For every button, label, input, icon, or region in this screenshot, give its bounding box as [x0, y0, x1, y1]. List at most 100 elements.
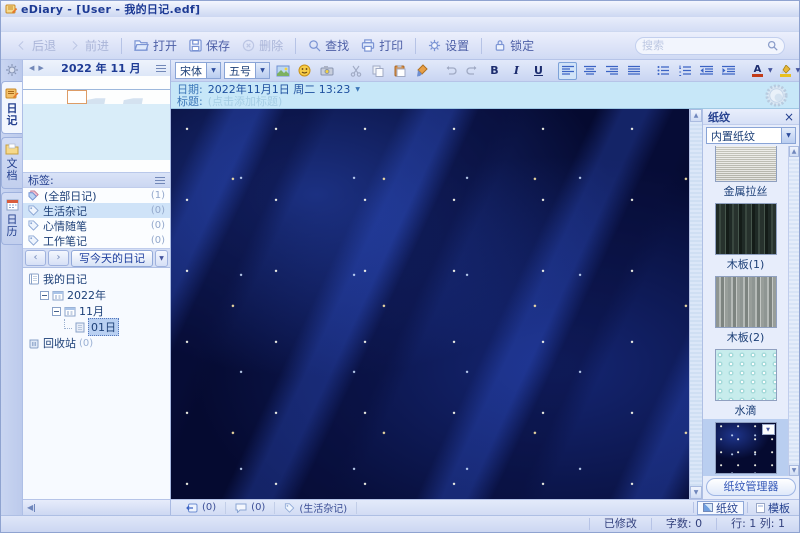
calendar-day[interactable] [147, 146, 167, 160]
calendar-day[interactable] [47, 104, 67, 118]
insert-image-button[interactable] [273, 62, 292, 80]
collapse-sidebar-icon[interactable]: ◀ [27, 504, 35, 512]
calendar-day[interactable] [87, 104, 107, 118]
calendar-day[interactable] [47, 90, 67, 104]
texture-scroll-down-icon[interactable]: ▼ [789, 465, 799, 476]
texture-item[interactable]: ▼ 水滴 [703, 346, 788, 419]
texture-thumbnail[interactable] [715, 203, 777, 255]
calendar-next-button[interactable]: ▶ [36, 64, 45, 72]
calendar-day[interactable] [107, 118, 127, 132]
font-color-button[interactable]: A [748, 62, 767, 80]
paste-button[interactable] [390, 62, 409, 80]
bold-button[interactable]: B [485, 62, 504, 80]
calendar-day[interactable] [127, 132, 147, 146]
calendar-day[interactable] [47, 146, 67, 160]
back-button[interactable]: 后退 [9, 35, 62, 56]
underline-button[interactable]: U [529, 62, 548, 80]
tag-item[interactable]: 心情随笔 (0) [23, 218, 170, 233]
texture-scrollbar-track[interactable] [789, 157, 799, 465]
editor-scrollbar-track[interactable] [690, 122, 702, 486]
calendar-day[interactable] [107, 132, 127, 146]
cut-button[interactable] [346, 62, 365, 80]
texture-category-dropdown-icon[interactable]: ▼ [781, 128, 795, 143]
calendar-day[interactable] [107, 90, 127, 104]
highlight-color-button[interactable] [776, 62, 795, 80]
tree-item[interactable]: 11月 [25, 303, 168, 319]
texture-item[interactable]: ▼ 木板(1) [703, 200, 788, 273]
open-button[interactable]: 打开 [128, 35, 183, 56]
texture-panel-close-icon[interactable]: × [784, 111, 794, 123]
tab-diary[interactable]: 日记 [1, 81, 22, 134]
undo-button[interactable] [441, 62, 460, 80]
search-input[interactable] [642, 39, 767, 52]
attachment-bar-item[interactable]: (0) [226, 502, 275, 514]
calendar-day[interactable] [147, 104, 167, 118]
tree-item[interactable]: 2022年 [25, 287, 168, 303]
copy-button[interactable] [368, 62, 387, 80]
calendar-day[interactable] [67, 132, 87, 146]
calendar-day[interactable] [87, 160, 107, 173]
scroll-up-icon[interactable]: ▲ [690, 109, 702, 122]
highlight-dropdown-icon[interactable]: ▼ [796, 67, 800, 74]
calendar-day[interactable] [127, 146, 147, 160]
texture-scroll-up-icon[interactable]: ▲ [789, 146, 799, 157]
tree-expander-icon[interactable] [52, 307, 61, 316]
calendar-day[interactable] [67, 160, 87, 173]
texture-manager-button[interactable]: 纸纹管理器 [706, 478, 796, 496]
texture-thumbnail[interactable] [715, 276, 777, 328]
search-box[interactable] [635, 37, 785, 55]
font-size-select[interactable]: 五号 ▼ [224, 62, 270, 79]
forward-button[interactable]: 前进 [62, 35, 115, 56]
diary-editor-canvas[interactable] [171, 109, 689, 499]
attachment-bar-item[interactable]: (0) [177, 502, 226, 514]
calendar-day[interactable] [47, 132, 67, 146]
calendar-day[interactable] [67, 146, 87, 160]
texture-thumbnail[interactable] [715, 146, 777, 182]
calendar-day[interactable] [147, 160, 167, 173]
calendar-day[interactable] [67, 90, 87, 104]
screen-capture-button[interactable] [317, 62, 336, 80]
calendar-day[interactable] [127, 90, 147, 104]
decrease-indent-button[interactable] [697, 62, 716, 80]
calendar-day[interactable] [87, 132, 107, 146]
font-family-dropdown-icon[interactable]: ▼ [206, 63, 220, 78]
italic-button[interactable]: I [507, 62, 526, 80]
calendar-day[interactable] [87, 146, 107, 160]
calendar-day[interactable] [67, 118, 87, 132]
date-dropdown-icon[interactable]: ▼ [355, 86, 360, 93]
tree-item[interactable]: 回收站 (0) [25, 335, 168, 351]
texture-item[interactable]: ▼ 金属拉丝 [703, 146, 788, 200]
write-today-button[interactable]: 写今天的日记 [71, 250, 153, 267]
sidebar-gear-icon[interactable] [5, 63, 19, 77]
calendar-day[interactable] [27, 118, 47, 132]
calendar-day[interactable] [47, 160, 67, 173]
texture-item[interactable]: ▼ 星空 [703, 419, 788, 476]
editor-scrollbar[interactable]: ▲ ▼ [689, 109, 702, 499]
calendar-prev-button[interactable]: ◀ [27, 64, 36, 72]
delete-button[interactable]: 删除 [236, 35, 289, 56]
calendar-day[interactable] [47, 118, 67, 132]
texture-options-dropdown-icon[interactable]: ▼ [762, 424, 775, 435]
calendar-day[interactable] [67, 104, 87, 118]
calendar-day[interactable] [147, 118, 167, 132]
format-painter-button[interactable] [412, 62, 431, 80]
prev-diary-button[interactable]: ‹ [25, 250, 46, 266]
calendar-day[interactable] [27, 160, 47, 173]
align-center-button[interactable] [580, 62, 599, 80]
font-size-dropdown-icon[interactable]: ▼ [255, 63, 269, 78]
texture-category-select[interactable]: 内置纸纹 ▼ [706, 127, 796, 144]
calendar-day[interactable] [87, 90, 107, 104]
texture-item[interactable]: ▼ 木板(2) [703, 273, 788, 346]
write-today-dropdown[interactable]: ▼ [155, 250, 168, 267]
tag-item[interactable]: 工作笔记 (0) [23, 233, 170, 248]
font-color-dropdown-icon[interactable]: ▼ [768, 67, 773, 74]
align-justify-button[interactable] [624, 62, 643, 80]
calendar-day[interactable] [127, 118, 147, 132]
bullet-list-button[interactable] [653, 62, 672, 80]
calendar-day[interactable] [127, 160, 147, 173]
texture-thumbnail[interactable] [715, 349, 777, 401]
numbered-list-button[interactable] [675, 62, 694, 80]
save-button[interactable]: 保存 [183, 35, 236, 56]
calendar-day[interactable] [107, 146, 127, 160]
calendar-day[interactable] [87, 118, 107, 132]
